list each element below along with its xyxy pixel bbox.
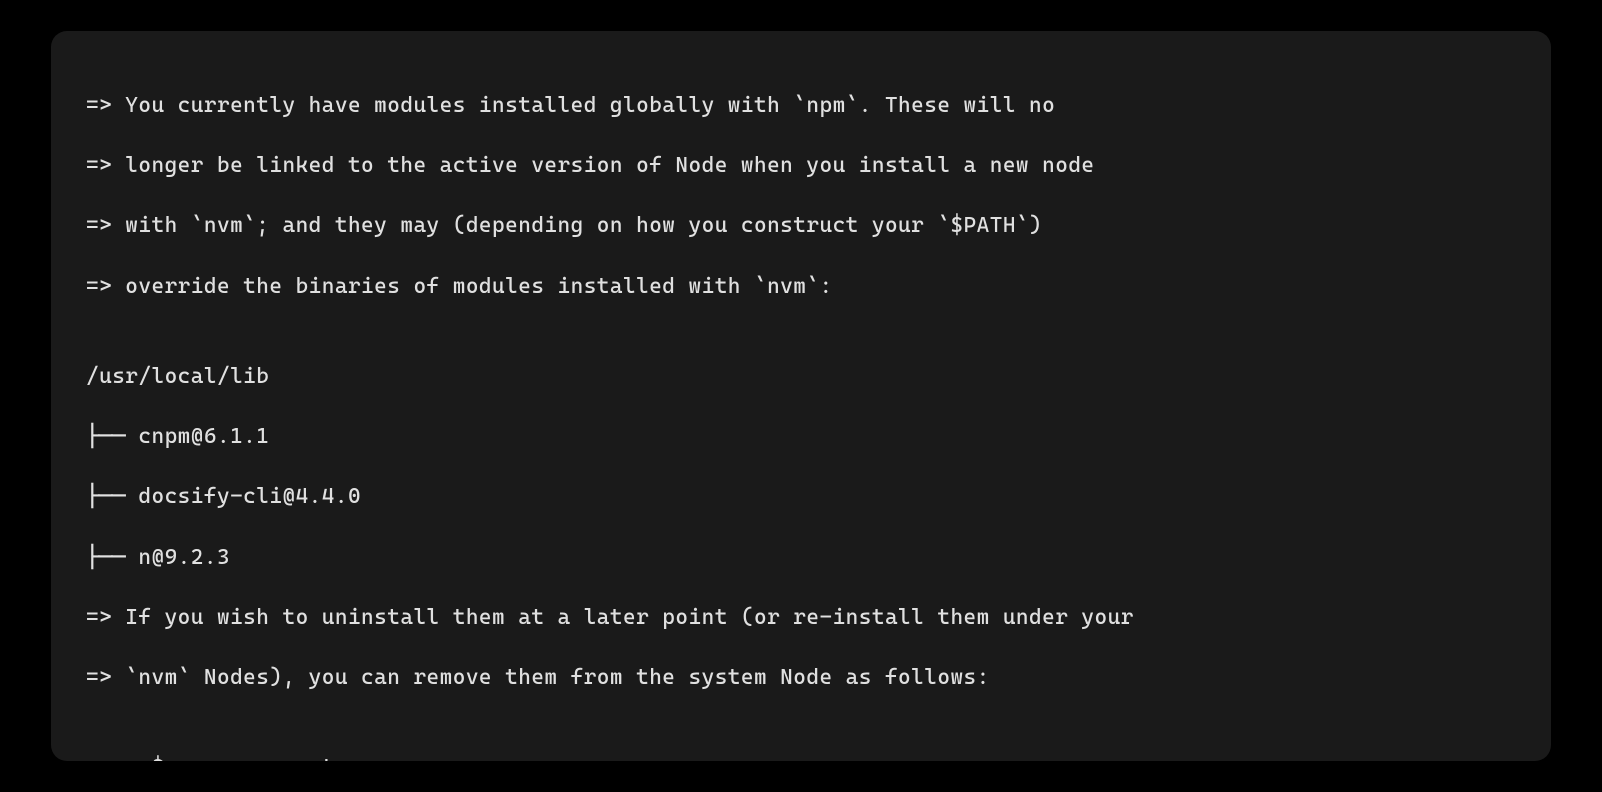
output-line: $ nvm use system	[86, 753, 1516, 761]
output-line: => longer be linked to the active versio…	[86, 151, 1516, 181]
terminal-output: => You currently have modules installed …	[86, 61, 1516, 761]
output-line: => You currently have modules installed …	[86, 91, 1516, 121]
output-line: => `nvm` Nodes), you can remove them fro…	[86, 663, 1516, 693]
output-line: ├── n@9.2.3	[86, 543, 1516, 573]
output-line: => If you wish to uninstall them at a la…	[86, 603, 1516, 633]
output-line: ├── docsify-cli@4.4.0	[86, 482, 1516, 512]
output-line: => override the binaries of modules inst…	[86, 272, 1516, 302]
output-line: /usr/local/lib	[86, 362, 1516, 392]
output-line: ├── cnpm@6.1.1	[86, 422, 1516, 452]
terminal-window[interactable]: => You currently have modules installed …	[51, 31, 1551, 761]
output-line: => with `nvm`; and they may (depending o…	[86, 211, 1516, 241]
